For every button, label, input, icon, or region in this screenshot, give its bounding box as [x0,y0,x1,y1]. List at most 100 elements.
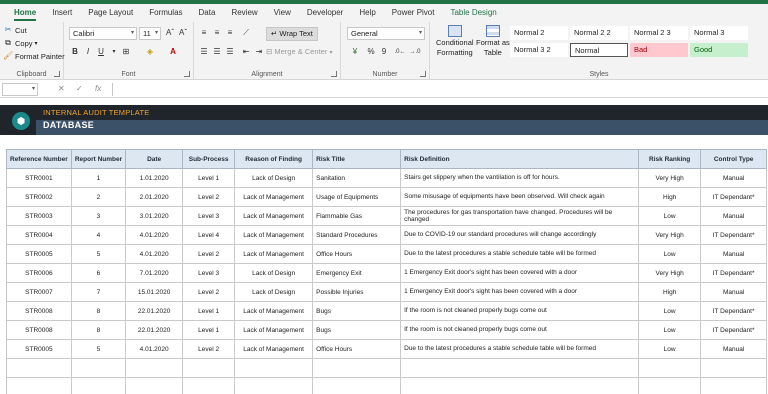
orientation-icon[interactable]: ⟋ [240,27,252,39]
cell-risk-ranking[interactable]: Low [638,244,702,264]
cell-reason-of-finding[interactable]: Lack of Management [234,225,314,245]
alignment-launcher-icon[interactable] [331,71,337,77]
cell-risk-ranking[interactable]: Very High [638,263,702,283]
number-launcher-icon[interactable] [420,71,426,77]
copy-button[interactable]: ⧉ Copy ▾ [3,38,37,48]
underline-button[interactable]: U [95,46,107,58]
clipboard-launcher-icon[interactable] [54,71,60,77]
cell-risk-title[interactable]: Standard Procedures [312,225,402,245]
cell-date[interactable]: 1.01.2020 [125,168,184,188]
cell-risk-definition[interactable]: Some misusage of equipments have been ob… [400,187,640,207]
cell-risk-title[interactable]: Emergency Exit [312,263,402,283]
cell-risk-title[interactable]: Bugs [312,301,402,321]
tab-help[interactable]: Help [351,4,383,22]
style-normal-3[interactable]: Normal 3 [690,26,748,40]
tab-table-design[interactable]: Table Design [442,4,504,22]
cell-risk-ranking[interactable]: Low [638,320,702,340]
cell-reason-of-finding[interactable] [234,358,314,378]
cell-date[interactable] [125,377,184,394]
cell-risk-definition[interactable]: The procedures for gas transportation ha… [400,206,640,226]
align-top-icon[interactable]: ≡ [198,27,210,39]
merge-center-button[interactable]: ⊟ Merge & Center ▾ [266,47,332,56]
cell-reason-of-finding[interactable]: Lack of Design [234,168,314,188]
style-normal-2-3[interactable]: Normal 2 3 [630,26,688,40]
cell-report-number[interactable] [70,358,127,378]
cell-report-number[interactable]: 5 [70,339,127,359]
borders-icon[interactable]: ⊞ [120,46,132,58]
align-left-icon[interactable]: ☰ [198,46,210,58]
cell-date[interactable]: 2.01.2020 [125,187,184,207]
comma-button[interactable]: 9 [378,46,390,58]
increase-indent-icon[interactable]: ⇥ [253,46,265,58]
shrink-font-button[interactable]: Aˇ [177,27,189,39]
cut-button[interactable]: ✂ Cut [3,25,27,35]
cell-control-type[interactable] [700,377,768,394]
cell-reason-of-finding[interactable]: Lack of Management [234,244,314,264]
cell-sub-process[interactable]: Level 2 [182,187,236,207]
tab-view[interactable]: View [266,4,299,22]
cell-sub-process[interactable]: Level 3 [182,263,236,283]
cell-reason-of-finding[interactable]: Lack of Management [234,301,314,321]
column-header-reference-number[interactable]: Reference Number [6,149,72,169]
cell-risk-title[interactable]: Office Hours [312,244,402,264]
cell-reference-number[interactable]: STR0006 [6,263,72,283]
style-normal-2-2[interactable]: Normal 2 2 [570,26,628,40]
cell-reason-of-finding[interactable] [234,377,314,394]
cell-sub-process[interactable]: Level 2 [182,244,236,264]
cell-risk-ranking[interactable]: Low [638,301,702,321]
increase-decimal-icon[interactable]: .0← [394,46,406,58]
cancel-icon[interactable]: ✕ [58,84,65,93]
column-header-reason-of-finding[interactable]: Reason of Finding [234,149,314,169]
cell-reference-number[interactable]: STR0005 [6,244,72,264]
column-header-report-number[interactable]: Report Number [70,149,127,169]
tab-power-pivot[interactable]: Power Pivot [384,4,443,22]
column-header-risk-definition[interactable]: Risk Definition [400,149,640,169]
font-launcher-icon[interactable] [184,71,190,77]
cell-risk-title[interactable] [312,377,402,394]
cell-report-number[interactable]: 6 [70,263,127,283]
column-header-risk-ranking[interactable]: Risk Ranking [638,149,702,169]
format-as-table-button[interactable]: Format as Table [476,25,510,57]
cell-reference-number[interactable]: STR0008 [6,301,72,321]
cell-risk-ranking[interactable]: High [638,282,702,302]
cell-reference-number[interactable]: STR0008 [6,320,72,340]
cell-report-number[interactable]: 3 [70,206,127,226]
cell-risk-title[interactable]: Bugs [312,320,402,340]
style-normal-3-2[interactable]: Normal 3 2 [510,43,568,57]
wrap-text-button[interactable]: ↵ Wrap Text [266,27,318,41]
cell-reason-of-finding[interactable]: Lack of Management [234,320,314,340]
cell-reference-number[interactable]: STR0003 [6,206,72,226]
cell-date[interactable]: 4.01.2020 [125,339,184,359]
font-color-icon[interactable]: A [167,46,179,58]
name-box[interactable]: ▾ [2,83,38,96]
cell-control-type[interactable]: IT Dependant* [700,301,768,321]
cell-report-number[interactable]: 2 [70,187,127,207]
cell-reason-of-finding[interactable]: Lack of Design [234,263,314,283]
cell-sub-process[interactable] [182,377,236,394]
column-header-risk-title[interactable]: Risk Title [312,149,402,169]
cell-sub-process[interactable]: Level 1 [182,320,236,340]
align-bottom-icon[interactable]: ≡ [224,27,236,39]
cell-sub-process[interactable]: Level 2 [182,282,236,302]
tab-formulas[interactable]: Formulas [141,4,190,22]
align-right-icon[interactable]: ☰ [224,46,236,58]
style-normal[interactable]: Normal [570,43,628,57]
cell-reference-number[interactable]: STR0002 [6,187,72,207]
cell-control-type[interactable]: Manual [700,244,768,264]
number-format-select[interactable]: General ▾ [347,27,425,40]
cell-risk-title[interactable]: Sanitation [312,168,402,188]
cell-risk-title[interactable] [312,358,402,378]
cell-sub-process[interactable]: Level 1 [182,301,236,321]
currency-button[interactable]: ¥ [349,46,361,58]
decrease-decimal-icon[interactable]: →.0 [409,46,421,58]
cell-risk-title[interactable]: Usage of Equipments [312,187,402,207]
column-header-date[interactable]: Date [125,149,184,169]
cell-risk-definition[interactable]: Due to COVID-19 our standard procedures … [400,225,640,245]
cell-date[interactable]: 22.01.2020 [125,301,184,321]
cell-report-number[interactable]: 8 [70,301,127,321]
cell-date[interactable]: 22.01.2020 [125,320,184,340]
cell-report-number[interactable]: 4 [70,225,127,245]
align-center-icon[interactable]: ☰ [211,46,223,58]
cell-date[interactable]: 3.01.2020 [125,206,184,226]
cell-reference-number[interactable] [6,358,72,378]
